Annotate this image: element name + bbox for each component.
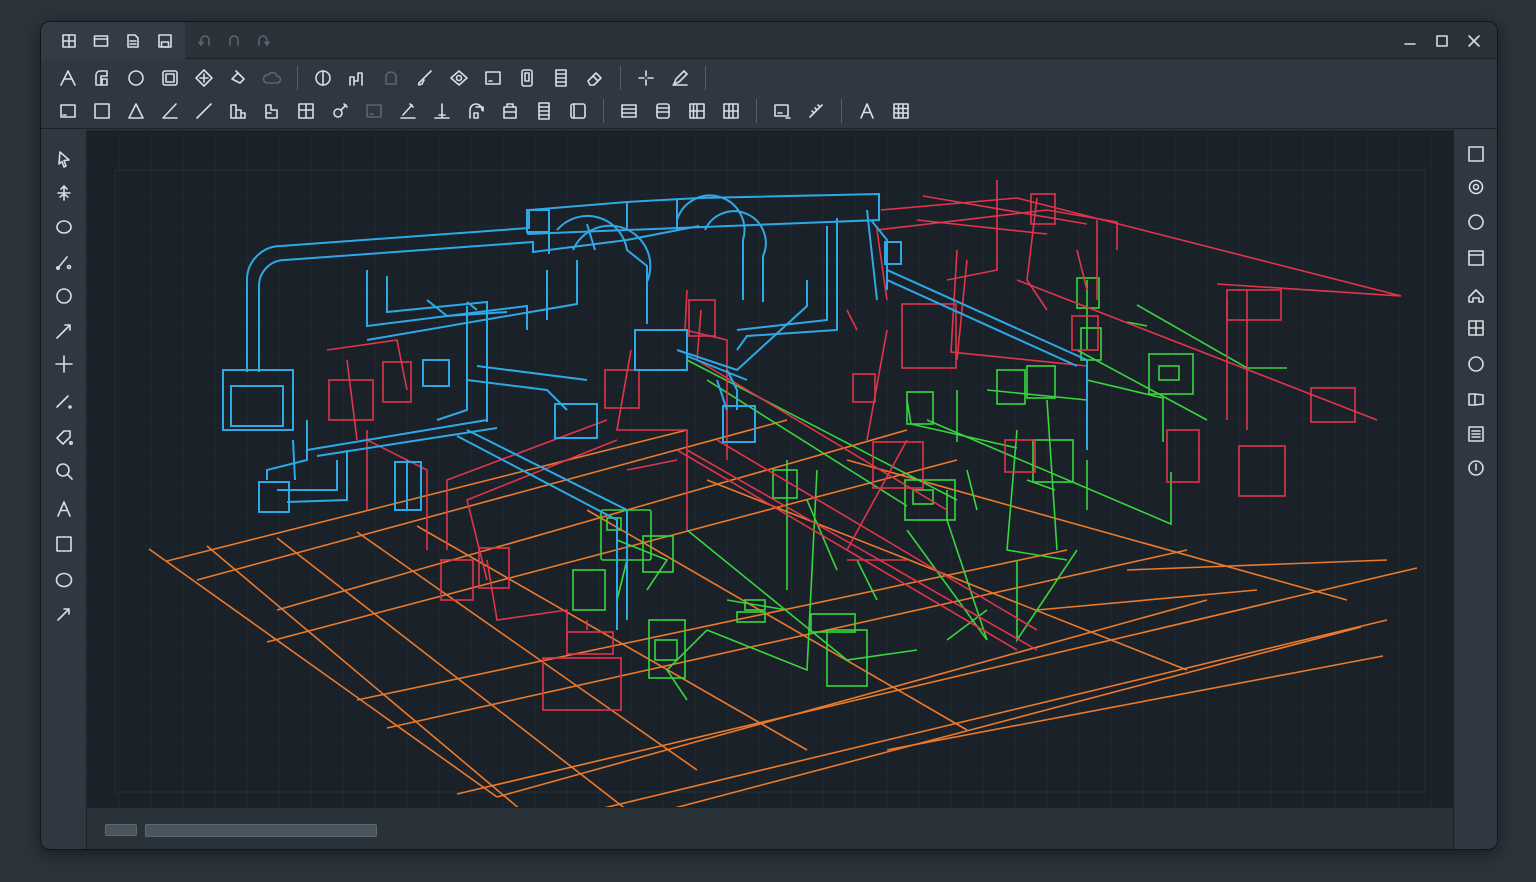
- mep-drawing: [87, 130, 1453, 807]
- left-toolbar: [41, 130, 87, 849]
- save-icon[interactable]: [153, 29, 177, 53]
- line-point-icon[interactable]: [49, 247, 79, 277]
- text-icon[interactable]: [852, 96, 882, 126]
- close-icon[interactable]: [1461, 28, 1487, 54]
- polyline-icon[interactable]: [53, 63, 83, 93]
- pencil-icon[interactable]: [665, 63, 695, 93]
- window-icon[interactable]: [478, 63, 508, 93]
- building-icon[interactable]: [223, 96, 253, 126]
- info-icon[interactable]: [1461, 453, 1491, 483]
- crosshair-icon[interactable]: [49, 349, 79, 379]
- rectangle-icon[interactable]: [49, 529, 79, 559]
- maximize-icon[interactable]: [1429, 28, 1455, 54]
- hook-icon[interactable]: [325, 96, 355, 126]
- dimension-icon[interactable]: [49, 386, 79, 416]
- ribbon-row-2: [53, 95, 916, 127]
- target-icon[interactable]: [1461, 172, 1491, 202]
- tag-icon[interactable]: [49, 421, 79, 451]
- status-bar: [87, 807, 1453, 849]
- panel-icon[interactable]: [563, 96, 593, 126]
- schedule-icon[interactable]: [546, 63, 576, 93]
- square-icon[interactable]: [87, 96, 117, 126]
- grid-icon[interactable]: [1461, 313, 1491, 343]
- matrix-icon[interactable]: [682, 96, 712, 126]
- right-toolbar: [1453, 130, 1497, 849]
- zoom-icon[interactable]: [49, 456, 79, 486]
- history-toolbar: [193, 22, 275, 59]
- horizontal-scrollbar[interactable]: [145, 824, 377, 837]
- list-icon[interactable]: [1461, 419, 1491, 449]
- paint-icon[interactable]: [223, 63, 253, 93]
- quick-access-toolbar: [41, 22, 185, 59]
- rectangle-icon[interactable]: [53, 96, 83, 126]
- separator: [297, 66, 298, 90]
- ribbon-row-1: [53, 62, 712, 94]
- separator: [620, 66, 621, 90]
- wide-matrix-icon[interactable]: [716, 96, 746, 126]
- duct-fitting-icon[interactable]: [87, 63, 117, 93]
- move-icon[interactable]: [49, 178, 79, 208]
- diamond-icon[interactable]: [189, 63, 219, 93]
- fixture-icon[interactable]: [376, 63, 406, 93]
- stack-icon[interactable]: [529, 96, 559, 126]
- circle-icon[interactable]: [1461, 207, 1491, 237]
- ellipse-icon[interactable]: [49, 212, 79, 242]
- circle-icon[interactable]: [121, 63, 151, 93]
- sheet-icon[interactable]: [648, 96, 678, 126]
- square-icon[interactable]: [1461, 139, 1491, 169]
- window-controls: [1397, 22, 1487, 59]
- select-arrow-icon[interactable]: [49, 144, 79, 174]
- status-button[interactable]: [105, 824, 137, 836]
- ribbon-toolbar: [41, 59, 1497, 129]
- eraser-icon[interactable]: [580, 63, 610, 93]
- redo-icon[interactable]: [222, 29, 246, 53]
- triangle-icon[interactable]: [121, 96, 151, 126]
- undo-icon[interactable]: [193, 29, 217, 53]
- stairs-icon[interactable]: [257, 96, 287, 126]
- grid-layout-icon[interactable]: [291, 96, 321, 126]
- pipe-fitting-icon[interactable]: [342, 63, 372, 93]
- view-icon[interactable]: [444, 63, 474, 93]
- separator: [705, 66, 706, 90]
- circle-icon[interactable]: [49, 565, 79, 595]
- book-icon[interactable]: [1461, 384, 1491, 414]
- brush-icon[interactable]: [410, 63, 440, 93]
- drawing-canvas[interactable]: [87, 130, 1453, 807]
- minimize-icon[interactable]: [1397, 28, 1423, 54]
- box-icon[interactable]: [359, 96, 389, 126]
- refresh-icon[interactable]: [251, 29, 275, 53]
- arrow-line-icon[interactable]: [49, 316, 79, 346]
- table-grid-icon[interactable]: [886, 96, 916, 126]
- section-icon[interactable]: [308, 63, 338, 93]
- elevation-icon[interactable]: [427, 96, 457, 126]
- cabinet-icon[interactable]: [495, 96, 525, 126]
- circle-icon[interactable]: [1461, 349, 1491, 379]
- component-icon[interactable]: [155, 63, 185, 93]
- angle-icon[interactable]: [155, 96, 185, 126]
- measure-icon[interactable]: [801, 96, 831, 126]
- valve-icon[interactable]: [461, 96, 491, 126]
- open-file-icon[interactable]: [121, 29, 145, 53]
- new-file-icon[interactable]: [89, 29, 113, 53]
- monitor-icon[interactable]: [767, 96, 797, 126]
- table-icon[interactable]: [614, 96, 644, 126]
- snap-icon[interactable]: [631, 63, 661, 93]
- arrow-icon[interactable]: [49, 599, 79, 629]
- panel-icon[interactable]: [1461, 243, 1491, 273]
- separator: [841, 99, 842, 123]
- tag-icon[interactable]: [512, 63, 542, 93]
- ruler-icon[interactable]: [393, 96, 423, 126]
- grid-icon[interactable]: [57, 29, 81, 53]
- separator: [603, 99, 604, 123]
- circle-icon[interactable]: [49, 281, 79, 311]
- line-icon[interactable]: [189, 96, 219, 126]
- cloud-icon[interactable]: [257, 63, 287, 93]
- separator: [756, 99, 757, 123]
- house-icon[interactable]: [1461, 281, 1491, 311]
- title-bar: [41, 22, 1497, 59]
- app-window: [40, 21, 1498, 850]
- text-icon[interactable]: [49, 494, 79, 524]
